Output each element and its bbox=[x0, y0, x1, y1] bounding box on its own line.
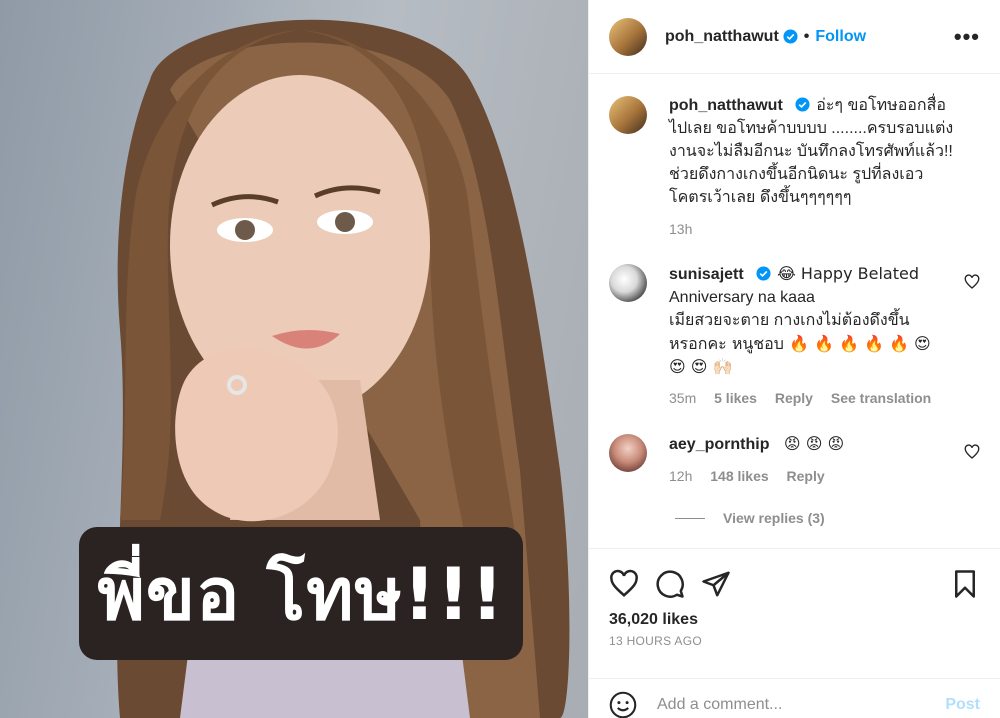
add-comment-bar: Post bbox=[589, 678, 1000, 718]
post-comment-button[interactable]: Post bbox=[945, 696, 980, 714]
commenter-avatar[interactable] bbox=[609, 264, 647, 302]
more-options-icon[interactable]: ••• bbox=[954, 24, 980, 50]
caption-line: ช่วยดึงกางเกงขึ้นอีกนิดนะ รูปที่ลงเอว bbox=[669, 166, 924, 183]
commenter-username[interactable]: sunisajett bbox=[669, 266, 744, 283]
comment-line: 😂 Happy Belated bbox=[777, 264, 919, 283]
caption-line: งานจะไม่ลืมอีกนะ บันทึกลงโทรศัพท์แล้ว!! bbox=[669, 143, 953, 160]
caption-line: โคตรเว้าเลย ดึงขึ้นๆๆๆๆๆๆ bbox=[669, 189, 852, 206]
caption-comment: poh_natthawut อ่ะๆ ขอโทษออกสื่อ ไปเลย ขอ… bbox=[609, 94, 980, 241]
separator-dot: • bbox=[803, 27, 810, 45]
reply-button[interactable]: Reply bbox=[787, 468, 825, 484]
action-bar bbox=[589, 548, 1000, 618]
reply-button[interactable]: Reply bbox=[775, 390, 813, 406]
likes-count[interactable]: 36,020 likes bbox=[609, 611, 698, 629]
post-image[interactable]: พี่ขอ โทษ!!! bbox=[0, 0, 588, 718]
view-replies-button[interactable]: View replies (3) bbox=[675, 510, 825, 526]
add-comment-input[interactable] bbox=[657, 695, 946, 714]
comment-like-heart-icon[interactable] bbox=[964, 444, 980, 460]
caption-line: ไปเลย ขอโทษค้าบบบบ ........ครบรอบแต่ง bbox=[669, 120, 954, 137]
comment-line: หรอกคะ หนูชอบ 🔥 🔥 🔥 🔥 🔥 😍 bbox=[669, 334, 931, 353]
emoji-icon[interactable] bbox=[609, 691, 637, 718]
post-timestamp: 13 HOURS AGO bbox=[609, 634, 702, 648]
post-header: poh_natthawut • Follow ••• bbox=[589, 0, 1000, 74]
caption-author[interactable]: poh_natthawut bbox=[669, 97, 783, 114]
caption-timestamp[interactable]: 13h bbox=[669, 221, 692, 237]
overlay-caption-box: พี่ขอ โทษ!!! bbox=[79, 527, 523, 660]
comment-line: Anniversary na kaaa bbox=[669, 289, 815, 306]
comment-item: aey_pornthip 😡 😡 😡 12h 148 likes Reply bbox=[609, 432, 980, 488]
follow-button[interactable]: Follow bbox=[815, 28, 866, 46]
heart-icon[interactable] bbox=[609, 569, 639, 599]
replies-divider bbox=[675, 517, 705, 519]
comments-list: poh_natthawut อ่ะๆ ขอโทษออกสื่อ ไปเลย ขอ… bbox=[589, 74, 1000, 548]
comment-line: เมียสวยจะตาย กางเกงไม่ต้องดึงขึ้น bbox=[669, 312, 910, 329]
comment-text: 😡 😡 😡 bbox=[783, 434, 845, 453]
comment-timestamp[interactable]: 12h bbox=[669, 468, 692, 484]
comment-likes[interactable]: 5 likes bbox=[714, 390, 757, 406]
see-translation-button[interactable]: See translation bbox=[831, 390, 931, 406]
verified-badge-icon bbox=[795, 97, 810, 112]
comment-line: 😍 😍 🙌🏻 bbox=[669, 357, 733, 376]
author-avatar[interactable] bbox=[609, 17, 647, 56]
caption-author-avatar[interactable] bbox=[609, 96, 647, 134]
comment-icon[interactable] bbox=[655, 569, 685, 599]
commenter-username[interactable]: aey_pornthip bbox=[669, 436, 769, 453]
comment-item: sunisajett 😂 Happy Belated Anniversary n… bbox=[609, 262, 980, 410]
comment-timestamp[interactable]: 35m bbox=[669, 390, 696, 406]
post-side-panel: poh_natthawut • Follow ••• poh_natthawut… bbox=[588, 0, 1000, 718]
caption-line: อ่ะๆ ขอโทษออกสื่อ bbox=[816, 97, 946, 114]
overlay-caption-text: พี่ขอ โทษ!!! bbox=[97, 552, 505, 636]
author-username[interactable]: poh_natthawut bbox=[665, 28, 779, 46]
bookmark-icon[interactable] bbox=[950, 569, 980, 599]
commenter-avatar[interactable] bbox=[609, 434, 647, 472]
comment-likes[interactable]: 148 likes bbox=[710, 468, 768, 484]
share-icon[interactable] bbox=[701, 569, 731, 599]
comment-like-heart-icon[interactable] bbox=[964, 274, 980, 290]
verified-badge-icon bbox=[783, 29, 798, 44]
verified-badge-icon bbox=[756, 266, 771, 281]
view-replies-label: View replies (3) bbox=[723, 510, 825, 526]
